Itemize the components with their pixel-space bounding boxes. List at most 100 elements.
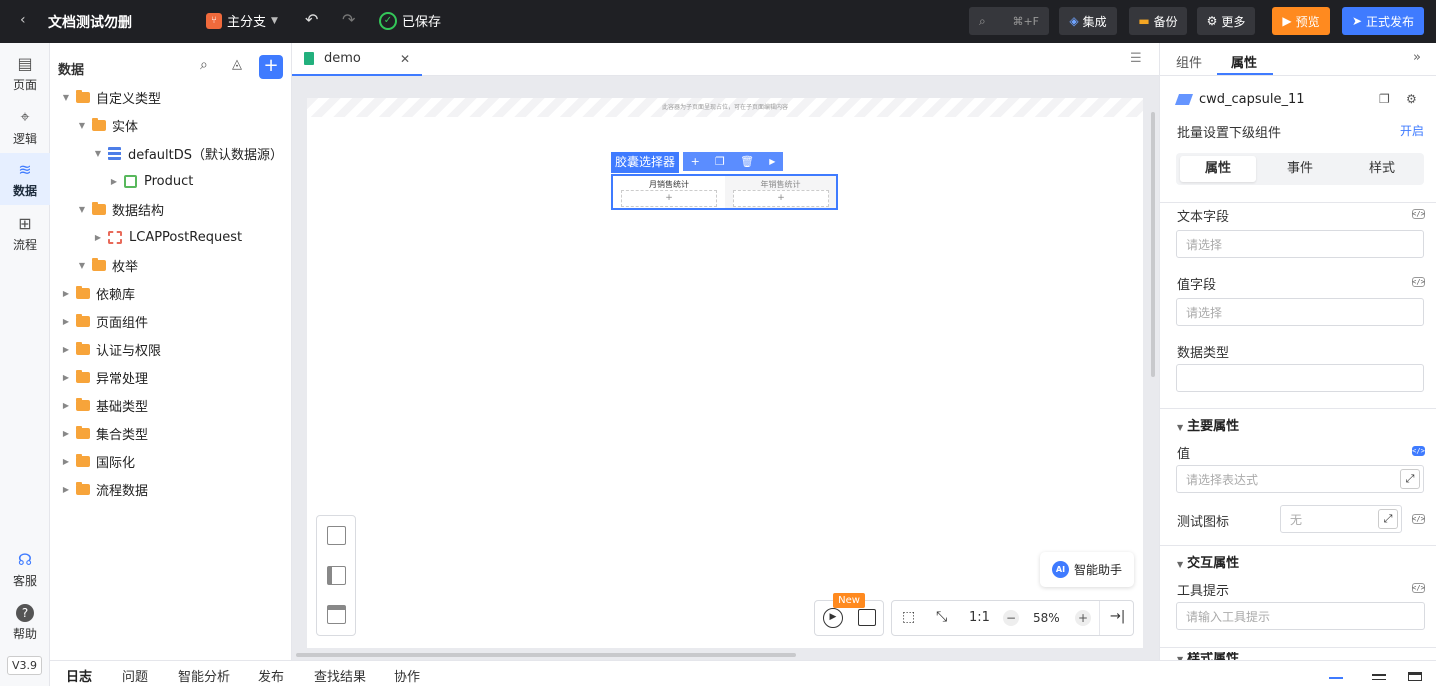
- caret-right-icon[interactable]: ▶: [92, 233, 104, 242]
- data-type-field[interactable]: [1176, 364, 1424, 392]
- close-icon[interactable]: ✕: [400, 52, 410, 66]
- nav-item-logic[interactable]: ⌖ 逻辑: [0, 101, 50, 153]
- tooltip-input[interactable]: 请输入工具提示: [1176, 602, 1425, 630]
- caret-down-icon[interactable]: ▼: [60, 93, 72, 102]
- split-view-icon[interactable]: [858, 609, 876, 626]
- tab-demo[interactable]: demo ✕: [292, 43, 422, 76]
- select-area-icon[interactable]: ⬚: [902, 609, 915, 625]
- capsule-item[interactable]: 月销售统计 +: [613, 176, 725, 208]
- tree-item[interactable]: ▼ 数据结构: [76, 195, 164, 223]
- page-canvas[interactable]: 此容器为子页面呈现占位，可在子页面编辑内容 胶囊选择器 + ❐ 🗑 ▶ 月销售统…: [307, 98, 1143, 648]
- tree-item[interactable]: ▼ defaultDS（默认数据源）: [92, 139, 283, 167]
- code-icon[interactable]: </>: [1412, 277, 1425, 287]
- tree-item[interactable]: ▶ 流程数据: [60, 475, 148, 503]
- backup-button[interactable]: ▬ 备份: [1129, 7, 1187, 35]
- layout-full-icon[interactable]: [1408, 672, 1422, 681]
- vertical-scrollbar[interactable]: [1151, 112, 1155, 377]
- tree-item[interactable]: ▶ 集合类型: [60, 419, 148, 447]
- tree-item[interactable]: ▶ 异常处理: [60, 363, 148, 391]
- caret-right-icon[interactable]: ▶: [60, 373, 72, 382]
- add-button[interactable]: +: [259, 55, 283, 79]
- tab-analysis[interactable]: 智能分析: [178, 666, 230, 685]
- tree-item[interactable]: ▶ 页面组件: [60, 307, 148, 335]
- expand-editor-icon[interactable]: ⤢: [1400, 469, 1420, 489]
- list-icon[interactable]: ☰: [1130, 51, 1142, 66]
- expand-icon[interactable]: »: [1413, 50, 1421, 65]
- tab-properties[interactable]: 属性: [1231, 52, 1257, 71]
- tree-item[interactable]: ▶ 基础类型: [60, 391, 148, 419]
- play-icon[interactable]: ▶: [769, 157, 775, 166]
- support-button[interactable]: ☊ 客服: [0, 543, 50, 595]
- caret-right-icon[interactable]: ▶: [60, 485, 72, 494]
- text-field-select[interactable]: 请选择: [1176, 230, 1424, 258]
- test-icon-picker[interactable]: 无 ⤢: [1280, 505, 1402, 533]
- collapse-panel-icon[interactable]: →|: [1110, 609, 1125, 624]
- main-props-header[interactable]: ▼ 主要属性: [1177, 415, 1239, 434]
- collapse-icon[interactable]: ⤡: [936, 609, 947, 625]
- form-layout-icon[interactable]: [327, 526, 346, 545]
- undo-icon[interactable]: ↶: [305, 10, 318, 29]
- tab-search-results[interactable]: 查找结果: [314, 666, 366, 685]
- sub-tab-events[interactable]: 事件: [1262, 156, 1338, 182]
- preview-button[interactable]: ▶ 预览: [1272, 7, 1330, 35]
- chevron-left-icon[interactable]: ‹: [20, 12, 26, 28]
- tree-item[interactable]: ▶ 国际化: [60, 447, 135, 475]
- copy-icon[interactable]: ❐: [715, 155, 725, 168]
- interaction-props-header[interactable]: ▼ 交互属性: [1177, 552, 1239, 571]
- style-props-header[interactable]: ▼ 样式属性: [1177, 652, 1239, 660]
- caret-right-icon[interactable]: ▶: [60, 457, 72, 466]
- search-icon[interactable]: ⌕: [200, 57, 208, 73]
- tree-item[interactable]: ▼ 实体: [76, 111, 138, 139]
- slot-placeholder[interactable]: +: [733, 190, 829, 207]
- caret-right-icon[interactable]: ▶: [60, 289, 72, 298]
- caret-down-icon[interactable]: ▼: [92, 149, 104, 158]
- expand-editor-icon[interactable]: ⤢: [1378, 509, 1398, 529]
- nav-item-page[interactable]: ▤ 页面: [0, 47, 50, 99]
- branch-selector[interactable]: ⑂ 主分支 ▼: [206, 11, 278, 30]
- tab-collaboration[interactable]: 协作: [394, 666, 420, 685]
- settings-icon[interactable]: ⚙: [1406, 92, 1417, 106]
- help-button[interactable]: ? 帮助: [0, 597, 50, 649]
- tab-components[interactable]: 组件: [1176, 52, 1202, 71]
- caret-right-icon[interactable]: ▶: [60, 317, 72, 326]
- redo-icon[interactable]: ↷: [342, 10, 355, 29]
- search-button[interactable]: ⌕ ⌘+F: [969, 7, 1049, 35]
- code-icon[interactable]: </>: [1412, 514, 1425, 524]
- caret-down-icon[interactable]: ▼: [76, 261, 88, 270]
- side-layout-icon[interactable]: [327, 566, 346, 585]
- layout-bottom-icon[interactable]: [1329, 677, 1343, 679]
- value-expression-input[interactable]: 请选择表达式 ⤢: [1176, 465, 1424, 493]
- zoom-in-icon[interactable]: +: [1075, 610, 1091, 626]
- copy-icon[interactable]: ❐: [1379, 92, 1390, 106]
- layout-middle-icon[interactable]: [1372, 674, 1386, 680]
- zoom-out-icon[interactable]: −: [1003, 610, 1019, 626]
- caret-right-icon[interactable]: ▶: [108, 177, 120, 186]
- tree-item[interactable]: ▶ 认证与权限: [60, 335, 161, 363]
- ratio-button[interactable]: 1:1: [969, 610, 990, 625]
- tree-item[interactable]: ▼ 枚举: [76, 251, 138, 279]
- integrate-button[interactable]: ◈ 集成: [1059, 7, 1117, 35]
- add-icon[interactable]: +: [691, 155, 700, 168]
- more-button[interactable]: ⚙ 更多: [1197, 7, 1255, 35]
- horizontal-scrollbar[interactable]: [296, 653, 796, 657]
- code-icon[interactable]: </>: [1412, 583, 1425, 593]
- caret-down-icon[interactable]: ▼: [76, 121, 88, 130]
- ai-assistant-button[interactable]: AI 智能助手: [1040, 552, 1134, 587]
- caret-right-icon[interactable]: ▶: [60, 345, 72, 354]
- tab-log[interactable]: 日志: [66, 666, 92, 685]
- tree-item[interactable]: ▶ Product: [108, 167, 193, 195]
- sub-tab-properties[interactable]: 属性: [1180, 156, 1256, 182]
- caret-right-icon[interactable]: ▶: [60, 401, 72, 410]
- locate-icon[interactable]: ◬: [232, 57, 242, 72]
- tree-item[interactable]: ▼ 自定义类型: [60, 83, 161, 111]
- slot-placeholder[interactable]: +: [621, 190, 717, 207]
- tree-item[interactable]: ▶ LCAPPostRequest: [92, 223, 242, 251]
- capsule-selector[interactable]: 月销售统计 + 年销售统计 +: [611, 174, 838, 210]
- caret-down-icon[interactable]: ▼: [76, 205, 88, 214]
- tab-issues[interactable]: 问题: [122, 666, 148, 685]
- value-field-select[interactable]: 请选择: [1176, 298, 1424, 326]
- tree-item[interactable]: ▶ 依赖库: [60, 279, 135, 307]
- sub-tab-styles[interactable]: 样式: [1344, 156, 1420, 182]
- nav-item-flow[interactable]: ⊞ 流程: [0, 207, 50, 259]
- publish-button[interactable]: ➤ 正式发布: [1342, 7, 1424, 35]
